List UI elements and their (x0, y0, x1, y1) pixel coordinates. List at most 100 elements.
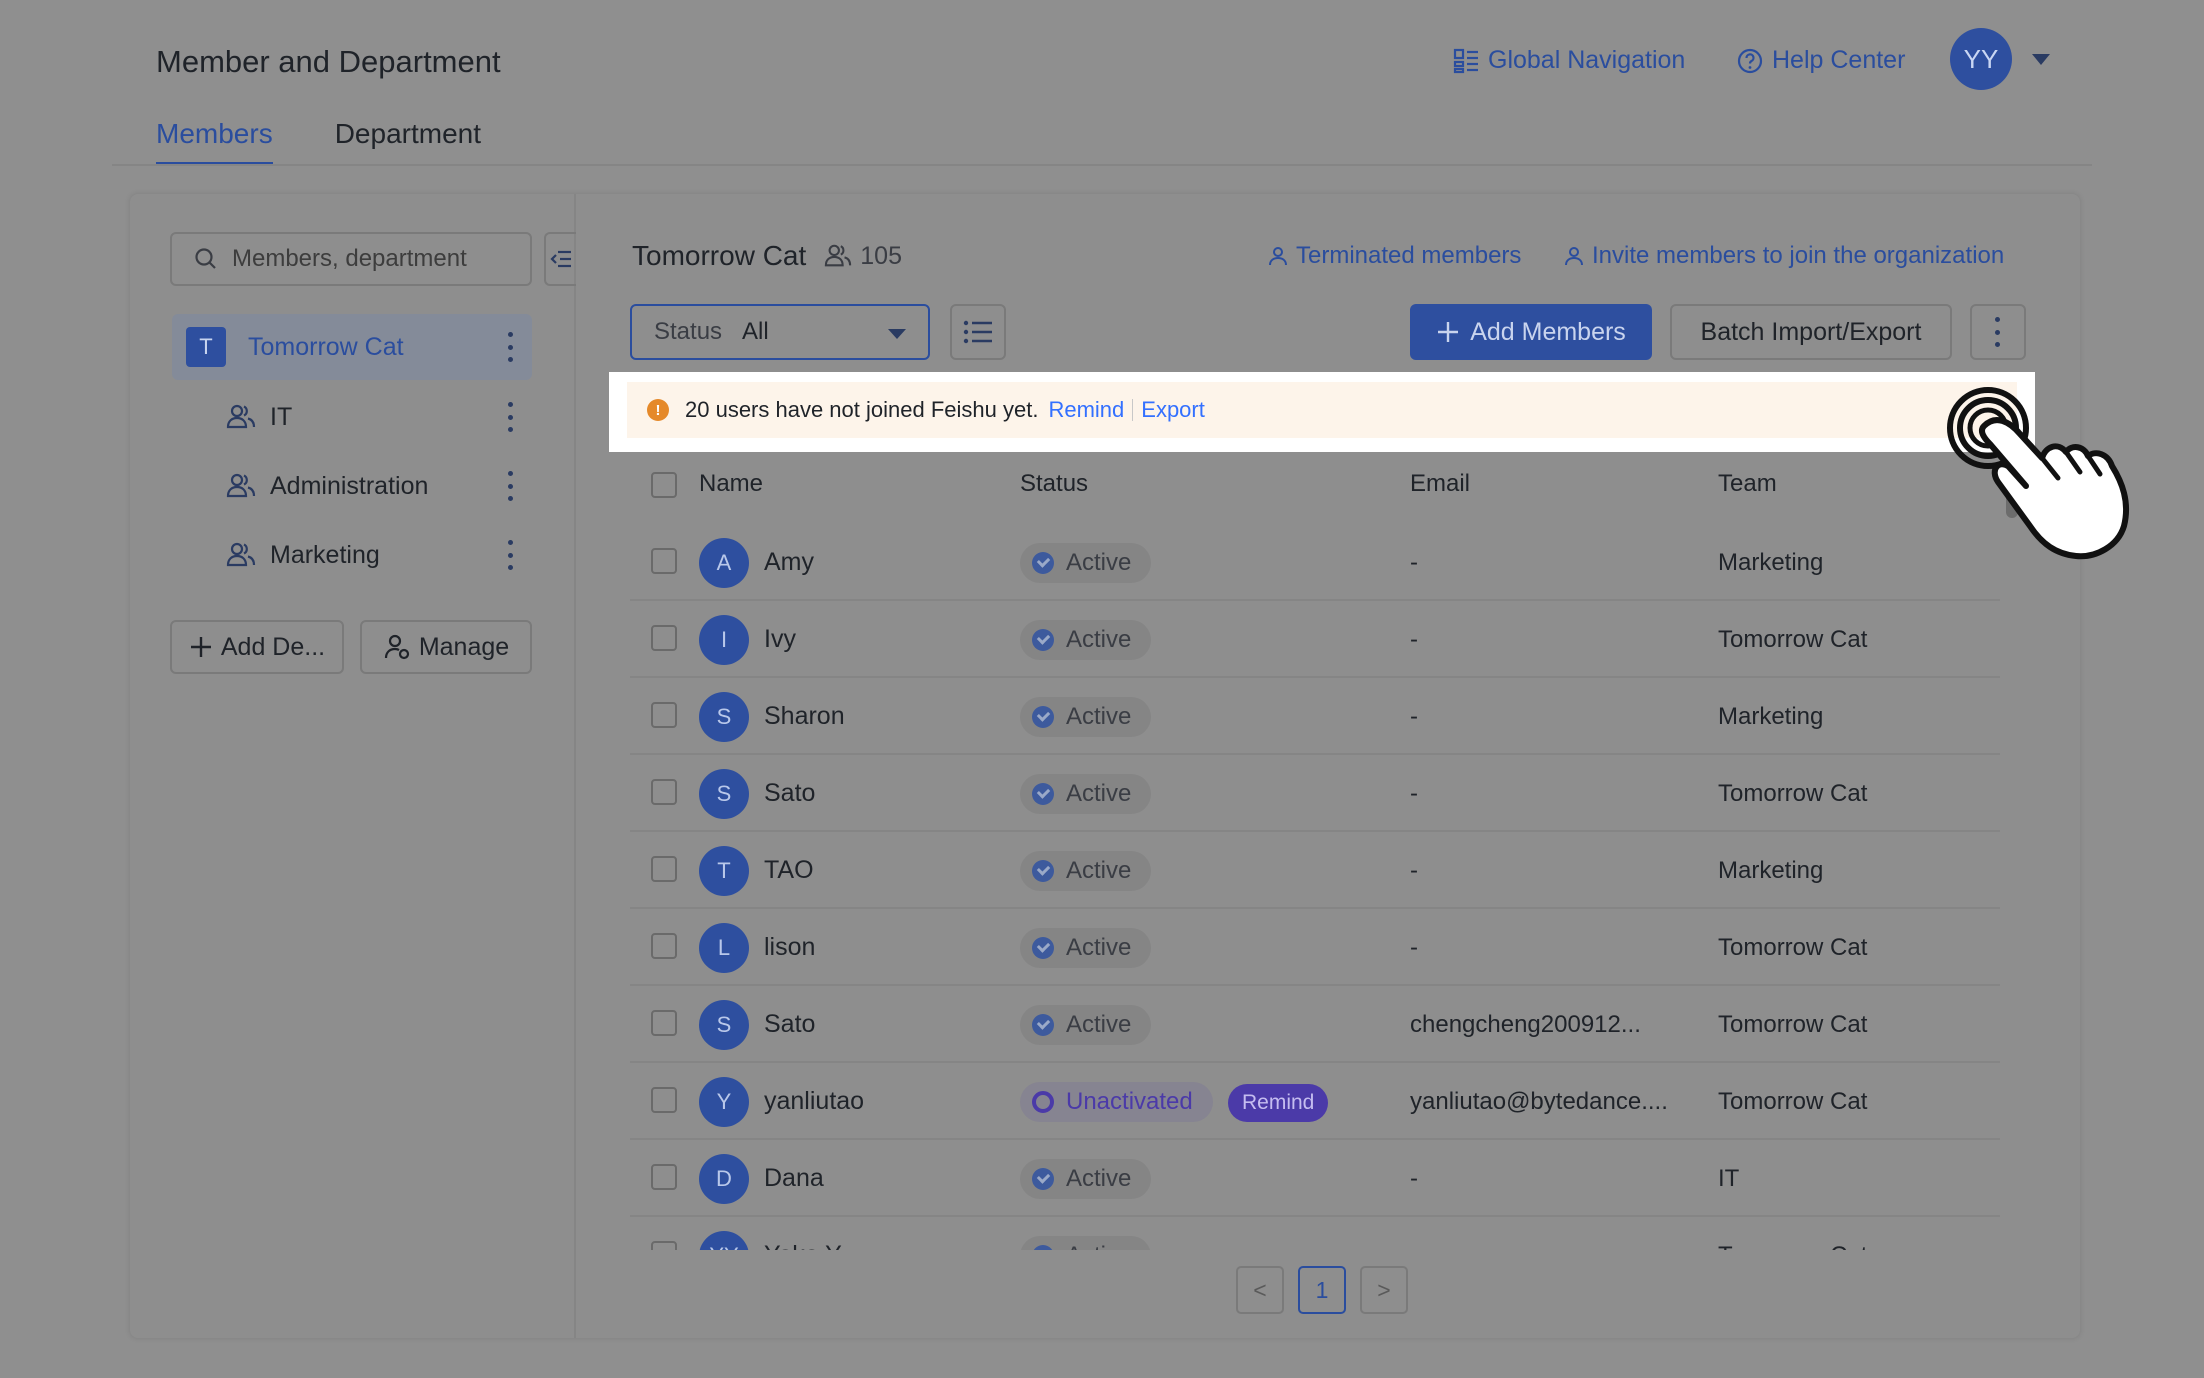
member-name[interactable]: Sato (764, 1010, 815, 1039)
check-icon (1032, 937, 1054, 959)
member-email: - (1410, 780, 1418, 807)
user-avatar[interactable]: YY (1950, 28, 2012, 90)
member-team: Marketing (1718, 703, 1824, 730)
banner-remind-link[interactable]: Remind (1048, 397, 1124, 423)
page-title: Member and Department (156, 44, 501, 79)
member-team: Tomorrow Cat (1718, 1088, 1868, 1115)
banner-export-link[interactable]: Export (1141, 397, 1205, 423)
kebab-icon[interactable] (508, 402, 514, 432)
user-icon (1565, 247, 1583, 266)
user-icon (1269, 247, 1287, 266)
table-row[interactable]: I Ivy Active - Tomorrow Cat (630, 601, 2000, 678)
check-icon (1032, 783, 1054, 805)
member-name[interactable]: lison (764, 933, 815, 962)
member-team: Tomorrow Cat (1718, 1011, 1868, 1038)
table-row[interactable]: YY Yoko Y Active - Tomorrow Cat (630, 1217, 2000, 1250)
add-department-button[interactable]: Add De... (170, 620, 344, 674)
kebab-icon[interactable] (508, 332, 514, 362)
table-row[interactable]: D Dana Active - IT (630, 1140, 2000, 1217)
sidebar-item-tomorrow-cat[interactable]: T Tomorrow Cat (172, 314, 532, 380)
prev-page-button[interactable]: < (1236, 1266, 1284, 1314)
manage-button[interactable]: Manage (360, 620, 532, 674)
row-checkbox[interactable] (651, 702, 677, 728)
terminated-members-link[interactable]: Terminated members (1268, 242, 1521, 270)
search-input[interactable] (232, 245, 502, 273)
user-manage-icon (384, 634, 409, 660)
help-icon (1737, 48, 1763, 73)
add-members-label: Add Members (1470, 317, 1626, 346)
add-members-button[interactable]: Add Members (1410, 304, 1652, 360)
row-checkbox[interactable] (651, 1241, 677, 1250)
table-row[interactable]: T TAO Active - Marketing (630, 832, 2000, 909)
more-options-button[interactable] (1970, 304, 2026, 360)
chevron-down-icon[interactable] (2032, 54, 2050, 65)
check-icon (1032, 1014, 1054, 1036)
row-checkbox[interactable] (651, 548, 677, 574)
member-search[interactable] (170, 232, 532, 286)
member-name[interactable]: Amy (764, 548, 814, 577)
kebab-icon[interactable] (508, 540, 514, 570)
member-name[interactable]: yanliutao (764, 1087, 864, 1116)
table-row[interactable]: S Sato Active chengcheng200912... Tomorr… (630, 986, 2000, 1063)
status-text: Active (1066, 703, 1132, 730)
table-row[interactable]: A Amy Active - Marketing (630, 524, 2000, 601)
members-table-body: A Amy Active - Marketing I Ivy Active - … (630, 524, 2000, 1250)
remind-button[interactable]: Remind (1228, 1084, 1329, 1122)
header-divider (112, 164, 2092, 166)
member-team: Tomorrow Cat (1718, 934, 1868, 961)
member-name[interactable]: TAO (764, 856, 814, 885)
batch-import-export-button[interactable]: Batch Import/Export (1670, 304, 1952, 360)
table-row[interactable]: S Sharon Active - Marketing (630, 678, 2000, 755)
next-page-button[interactable]: > (1360, 1266, 1408, 1314)
member-name[interactable]: Ivy (764, 625, 796, 654)
sidebar-item-administration[interactable]: Administration (172, 453, 532, 519)
sidebar-item-marketing[interactable]: Marketing (172, 522, 532, 588)
collapse-sidebar-button[interactable] (544, 232, 576, 286)
unjoined-users-banner: ! 20 users have not joined Feishu yet. R… (627, 382, 2017, 438)
avatar: S (699, 1000, 749, 1050)
table-row[interactable]: L lison Active - Tomorrow Cat (630, 909, 2000, 986)
member-name[interactable]: Sharon (764, 702, 845, 731)
avatar: L (699, 923, 749, 973)
check-icon (1032, 552, 1054, 574)
member-team: Marketing (1718, 857, 1824, 884)
member-name[interactable]: Yoko Y (764, 1241, 842, 1250)
row-checkbox[interactable] (651, 1087, 677, 1113)
select-all-checkbox[interactable] (651, 472, 677, 498)
row-checkbox[interactable] (651, 625, 677, 651)
avatar: A (699, 538, 749, 588)
member-team: Tomorrow Cat (1718, 626, 1868, 653)
group-icon (226, 542, 256, 567)
row-checkbox[interactable] (651, 779, 677, 805)
kebab-icon[interactable] (508, 471, 514, 501)
view-toggle-button[interactable] (950, 304, 1006, 360)
member-name[interactable]: Sato (764, 779, 815, 808)
global-navigation-link[interactable]: Global Navigation (1452, 46, 1685, 75)
check-icon (1032, 629, 1054, 651)
sidebar-item-it[interactable]: IT (172, 384, 532, 450)
member-name[interactable]: Dana (764, 1164, 824, 1193)
status-text: Active (1066, 626, 1132, 653)
table-scrollbar[interactable] (2006, 470, 2018, 1250)
invite-members-link[interactable]: Invite members to join the organization (1564, 242, 2004, 270)
help-center-link[interactable]: Help Center (1736, 46, 1905, 75)
member-email: - (1410, 1242, 1418, 1250)
list-icon (963, 320, 992, 344)
sidebar-item-label: IT (270, 402, 293, 431)
check-icon (1032, 1168, 1054, 1190)
page-1-button[interactable]: 1 (1298, 1266, 1346, 1314)
tab-members[interactable]: Members (156, 118, 273, 165)
check-icon (1032, 706, 1054, 728)
row-checkbox[interactable] (651, 1164, 677, 1190)
row-checkbox[interactable] (651, 1010, 677, 1036)
table-row[interactable]: S Sato Active - Tomorrow Cat (630, 755, 2000, 832)
table-row[interactable]: Y yanliutao Unactivated Remind yanliutao… (630, 1063, 2000, 1140)
tab-department[interactable]: Department (335, 118, 481, 165)
status-badge: Active (1020, 1005, 1152, 1045)
row-checkbox[interactable] (651, 856, 677, 882)
status-filter-select[interactable]: Status All (630, 304, 930, 360)
unactivated-icon (1032, 1091, 1054, 1113)
hand-pointer-icon (1947, 387, 2130, 560)
member-team: Marketing (1718, 549, 1824, 576)
row-checkbox[interactable] (651, 933, 677, 959)
